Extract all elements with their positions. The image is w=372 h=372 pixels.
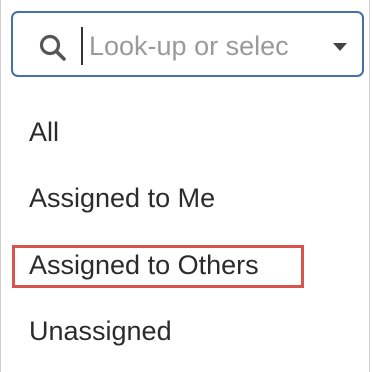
search-combobox[interactable] — [11, 11, 364, 77]
chevron-down-icon[interactable] — [331, 41, 349, 53]
option-all[interactable]: All — [29, 116, 59, 148]
option-assigned-to-me[interactable]: Assigned to Me — [29, 182, 215, 214]
search-input[interactable] — [81, 27, 321, 65]
search-icon — [39, 34, 66, 61]
option-unassigned[interactable]: Unassigned — [29, 315, 172, 347]
dropdown-panel: All Assigned to Me Assigned to Others Un… — [0, 0, 370, 372]
option-assigned-to-others[interactable]: Assigned to Others — [29, 249, 259, 281]
